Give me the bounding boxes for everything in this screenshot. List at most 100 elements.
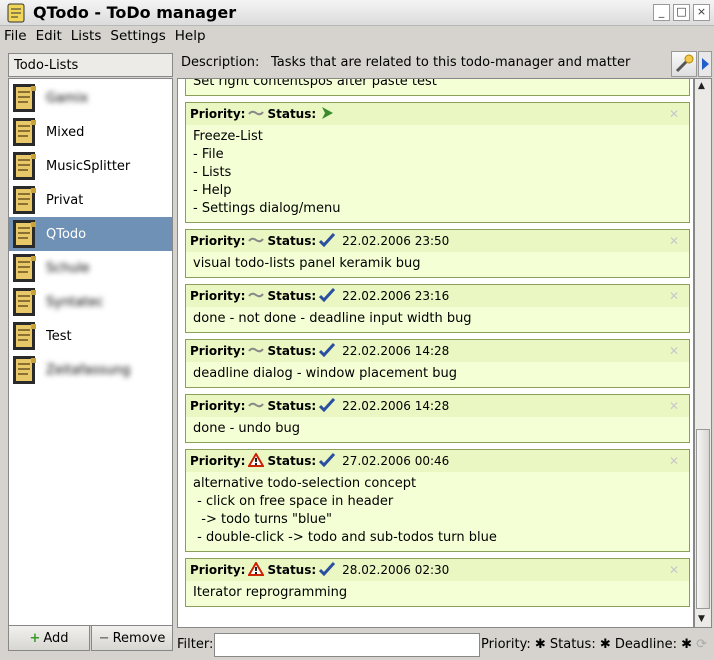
todo-line: - File	[193, 147, 224, 162]
todo-text[interactable]: done - not done - deadline input width b…	[186, 307, 689, 332]
notepad-icon	[13, 84, 36, 112]
close-icon[interactable]: ✕	[669, 399, 679, 413]
todo-deadline[interactable]: 27.02.2006 00:46	[342, 454, 449, 468]
scroll-thumb[interactable]	[696, 429, 710, 609]
deadline-filter-icon[interactable]: ✱	[681, 637, 692, 652]
priority-normal-icon	[248, 402, 265, 407]
refresh-icon[interactable]: ⟳	[696, 637, 707, 652]
in-progress-icon	[322, 106, 334, 119]
todo-list-item[interactable]: Gamix	[9, 81, 172, 115]
todo-header[interactable]: Priority: Status: 22.02.2006 14:28 ✕	[186, 340, 689, 362]
filter-label: Filter:	[177, 637, 214, 652]
done-check-icon	[319, 287, 336, 302]
priority-normal-icon	[248, 237, 265, 242]
todo-text[interactable]: alternative todo-selection concept - cli…	[186, 472, 689, 551]
menu-help[interactable]: Help	[175, 28, 206, 44]
priority-filter-icon[interactable]: ✱	[535, 637, 546, 652]
wand-icon	[675, 54, 694, 73]
status-filter-icon[interactable]: ✱	[600, 637, 611, 652]
todo-text[interactable]: deadline dialog - window placement bug	[186, 362, 689, 387]
todo-text[interactable]: Freeze-List - File - Lists - Help - Settings…	[186, 125, 689, 222]
close-icon[interactable]: ✕	[669, 454, 679, 468]
todo-header[interactable]: Priority: Status: ✕	[186, 103, 689, 125]
todo-list-label: Gamix	[46, 90, 89, 106]
todo-list-label: Syntatec	[46, 294, 104, 310]
todo-deadline[interactable]: 22.02.2006 23:16	[342, 289, 449, 303]
todo-item[interactable]: Set right contentspos after paste test	[185, 79, 690, 96]
todo-list-item[interactable]: MusicSplitter	[9, 149, 172, 183]
todo-list-item[interactable]: QTodo	[9, 217, 172, 251]
todo-list-item[interactable]: Syntatec	[9, 285, 172, 319]
todo-lists-list[interactable]: Gamix Mixed MusicSplitter Privat QTodo Schule…	[8, 78, 173, 626]
status-label: Status:	[267, 289, 317, 303]
menu-lists[interactable]: Lists	[71, 28, 102, 44]
todo-text[interactable]: Set right contentspos after paste test	[186, 79, 689, 95]
todo-list-item[interactable]: Mixed	[9, 115, 172, 149]
filter-input[interactable]	[214, 633, 480, 657]
todo-list-label: QTodo	[46, 226, 87, 242]
todo-list-item[interactable]: Privat	[9, 183, 172, 217]
priority-high-icon	[247, 451, 266, 467]
todo-list-item[interactable]: Schule	[9, 251, 172, 285]
menu-edit[interactable]: Edit	[36, 28, 62, 44]
status-label: Status:	[267, 454, 317, 468]
priority-label: Priority:	[190, 234, 246, 248]
edit-description-button[interactable]	[671, 51, 697, 77]
close-icon[interactable]: ✕	[669, 107, 679, 121]
scroll-up-icon[interactable]: ▲	[698, 81, 705, 91]
todo-item[interactable]: Priority: Status: 27.02.2006 00:46 ✕ alterna…	[185, 449, 690, 552]
close-icon[interactable]: ✕	[669, 563, 679, 577]
todo-line: -> todo turns "blue"	[193, 512, 333, 527]
todo-text[interactable]: Iterator reprogramming	[186, 581, 689, 606]
todo-line: visual todo-lists panel keramik bug	[193, 256, 421, 271]
todo-item[interactable]: Priority: Status: 28.02.2006 02:30 ✕ Iterato…	[185, 558, 690, 607]
priority-label: Priority:	[190, 107, 246, 121]
todo-header[interactable]: Priority: Status: 22.02.2006 14:28 ✕	[186, 395, 689, 417]
todo-list-item[interactable]: Zeitafassung	[9, 353, 172, 387]
todo-text[interactable]: done - undo bug	[186, 417, 689, 442]
scroll-down-icon[interactable]: ▼	[698, 614, 705, 624]
todo-header[interactable]: Priority: Status: 28.02.2006 02:30 ✕	[186, 559, 689, 581]
notepad-icon	[13, 254, 36, 282]
todo-header[interactable]: Priority: Status: 27.02.2006 00:46 ✕	[186, 450, 689, 472]
close-icon[interactable]: ×	[693, 4, 710, 21]
todo-item[interactable]: Priority: Status: 22.02.2006 14:28 ✕ done - …	[185, 394, 690, 443]
done-check-icon	[319, 342, 336, 357]
todo-item[interactable]: Priority: Status: ✕ Freeze-List - File - List…	[185, 102, 690, 223]
todo-lists-panel: Todo-Lists Gamix Mixed MusicSplitter Privat…	[4, 50, 174, 656]
notepad-icon	[13, 152, 36, 180]
todo-item[interactable]: Priority: Status: 22.02.2006 14:28 ✕ deadlin…	[185, 339, 690, 388]
vertical-scrollbar[interactable]: ▲ ▼	[694, 78, 712, 628]
description-value[interactable]: Tasks that are related to this todo-mana…	[271, 55, 630, 70]
menu-settings[interactable]: Settings	[110, 28, 165, 44]
todo-pane[interactable]: Set right contentspos after paste test Pr…	[177, 78, 694, 628]
todo-list-item[interactable]: Test	[9, 319, 172, 353]
done-check-icon	[319, 232, 336, 247]
todo-item[interactable]: Priority: Status: 22.02.2006 23:16 ✕ done - …	[185, 284, 690, 333]
close-icon[interactable]: ✕	[669, 289, 679, 303]
todo-item[interactable]: Priority: Status: 22.02.2006 23:50 ✕ visual …	[185, 229, 690, 278]
todo-line: - Settings dialog/menu	[193, 201, 341, 216]
todo-deadline[interactable]: 28.02.2006 02:30	[342, 563, 449, 577]
todo-deadline[interactable]: 22.02.2006 14:28	[342, 399, 449, 413]
menu-file[interactable]: File	[4, 28, 27, 44]
priority-filter-label: Priority:	[481, 637, 531, 652]
minimize-icon[interactable]: _	[653, 4, 670, 21]
description-bar: Description: Tasks that are related to t…	[177, 50, 714, 78]
priority-normal-icon	[248, 292, 265, 297]
todo-deadline[interactable]: 22.02.2006 23:50	[342, 234, 449, 248]
close-icon[interactable]: ✕	[669, 234, 679, 248]
priority-normal-icon	[248, 347, 265, 352]
todo-list-label: Schule	[46, 260, 90, 276]
todo-header[interactable]: Priority: Status: 22.02.2006 23:50 ✕	[186, 230, 689, 252]
notepad-icon	[13, 118, 36, 146]
window-title: QTodo - ToDo manager	[33, 3, 237, 22]
close-icon[interactable]: ✕	[669, 344, 679, 358]
priority-label: Priority:	[190, 289, 246, 303]
todo-text[interactable]: visual todo-lists panel keramik bug	[186, 252, 689, 277]
scroll-right-button[interactable]	[698, 51, 712, 77]
todo-line: done - undo bug	[193, 421, 300, 436]
maximize-icon[interactable]: □	[673, 4, 690, 21]
todo-deadline[interactable]: 22.02.2006 14:28	[342, 344, 449, 358]
todo-header[interactable]: Priority: Status: 22.02.2006 23:16 ✕	[186, 285, 689, 307]
